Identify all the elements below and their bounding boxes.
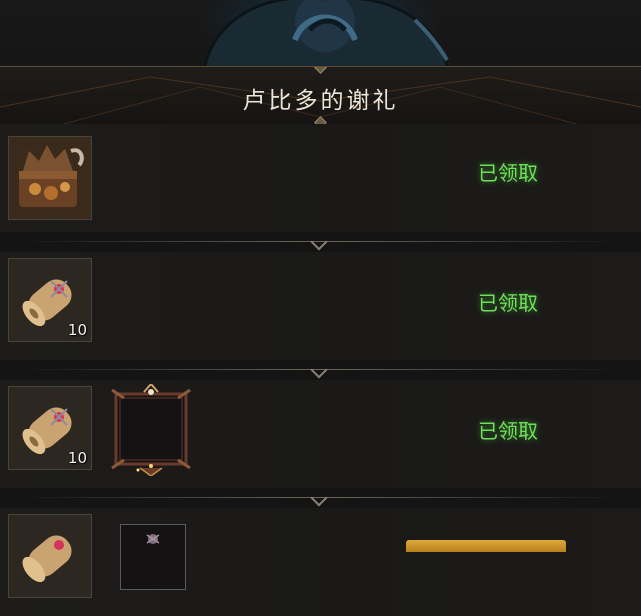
scroll-icon — [9, 515, 91, 597]
claim-button[interactable] — [406, 540, 566, 552]
row-divider — [0, 488, 641, 508]
reward-row: 10 已领取 — [0, 380, 641, 488]
page-title: 卢比多的谢礼 — [242, 88, 399, 114]
reward-item-slot[interactable] — [8, 514, 92, 598]
chevron-down-icon — [310, 233, 328, 251]
treasure-chest-icon — [9, 137, 91, 219]
portrait-frame-icon — [146, 534, 160, 544]
row-divider — [0, 360, 641, 380]
reward-item-slot[interactable] — [110, 382, 192, 477]
panel-header: 卢比多的谢礼 — [0, 66, 641, 126]
claimed-status: 已领取 — [478, 161, 538, 185]
reward-row: 10 已领取 — [0, 252, 641, 360]
reward-item-slot[interactable] — [8, 136, 92, 220]
chevron-down-icon — [310, 361, 328, 379]
top-banner-art — [0, 0, 641, 66]
reward-item-slot[interactable]: 10 — [8, 258, 92, 342]
reward-item-slot[interactable] — [120, 524, 186, 590]
reward-item-slot[interactable]: 10 — [8, 386, 92, 470]
item-quantity: 10 — [67, 449, 87, 467]
claimed-status: 已领取 — [478, 291, 538, 315]
row-divider — [0, 232, 641, 252]
claimed-status: 已领取 — [478, 419, 538, 443]
chevron-down-icon — [310, 489, 328, 507]
reward-row — [0, 508, 641, 616]
reward-row: 已领取 — [0, 124, 641, 232]
item-quantity: 10 — [67, 321, 87, 339]
portrait-frame-icon — [111, 382, 191, 477]
